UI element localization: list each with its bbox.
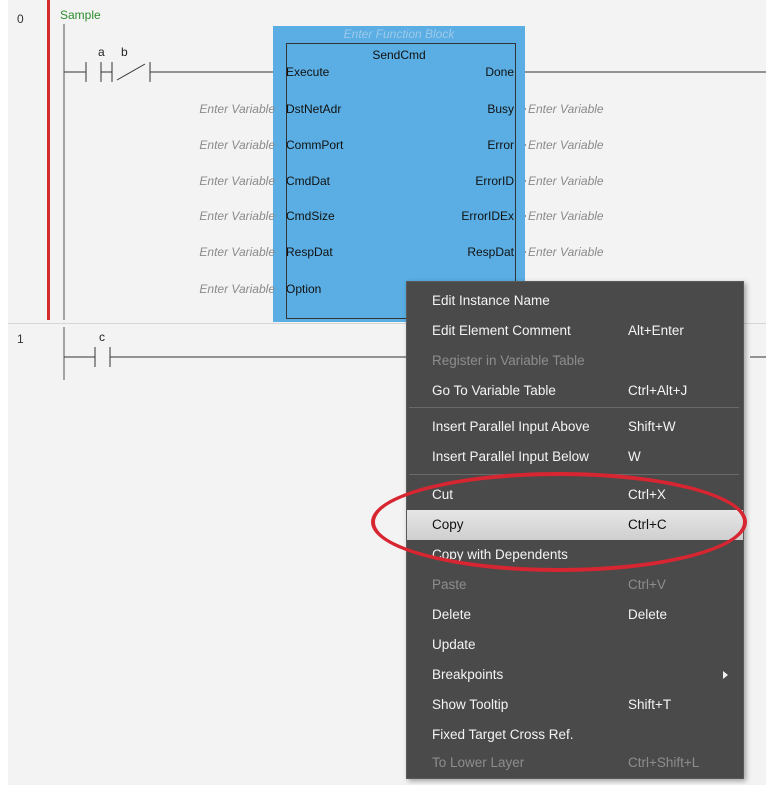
pin-output: Busy bbox=[487, 102, 514, 116]
menu-item-shortcut: W bbox=[628, 449, 641, 464]
pin-input: DstNetAdr bbox=[286, 102, 342, 116]
contact-c[interactable] bbox=[94, 347, 111, 367]
function-block-hint[interactable]: Enter Function Block bbox=[273, 27, 525, 41]
menu-item-delete[interactable]: Delete Delete bbox=[407, 600, 743, 630]
submenu-arrow-icon bbox=[723, 671, 728, 679]
menu-item-label: Edit Instance Name bbox=[432, 293, 550, 308]
menu-item-shortcut: Ctrl+V bbox=[628, 577, 666, 592]
menu-item-label: Paste bbox=[432, 577, 467, 592]
output-variable-field[interactable]: Enter Variable bbox=[528, 174, 604, 188]
menu-item-label: Show Tooltip bbox=[432, 697, 509, 712]
menu-item-copy[interactable]: Copy Ctrl+C bbox=[407, 510, 743, 540]
menu-separator bbox=[409, 474, 739, 475]
pin-input: CmdDat bbox=[286, 174, 331, 188]
contact-c-label: c bbox=[99, 330, 105, 344]
menu-item-register-in-variable-table[interactable]: Register in Variable Table bbox=[407, 346, 743, 376]
menu-item-to-lower-layer[interactable]: To Lower Layer Ctrl+Shift+L bbox=[407, 748, 743, 778]
menu-item-shortcut: Ctrl+Shift+L bbox=[628, 755, 700, 770]
menu-item-shortcut: Shift+T bbox=[628, 697, 672, 712]
menu-item-label: Copy with Dependents bbox=[432, 547, 568, 562]
menu-item-label: Edit Element Comment bbox=[432, 323, 571, 338]
function-block-name[interactable]: SendCmd bbox=[273, 48, 525, 62]
contact-a[interactable] bbox=[85, 62, 102, 82]
pin-input: Option bbox=[286, 282, 322, 296]
menu-item-paste[interactable]: Paste Ctrl+V bbox=[407, 570, 743, 600]
menu-item-update[interactable]: Update bbox=[407, 630, 743, 660]
menu-item-shortcut: Ctrl+C bbox=[628, 517, 667, 532]
contact-a-label: a bbox=[98, 45, 105, 59]
menu-item-fixed-target-cross-ref[interactable]: Fixed Target Cross Ref. bbox=[407, 720, 743, 750]
input-variable-field[interactable]: Enter Variable bbox=[158, 138, 275, 152]
input-variable-field[interactable]: Enter Variable bbox=[158, 209, 275, 223]
menu-item-label: Cut bbox=[432, 487, 454, 502]
output-variable-field[interactable]: Enter Variable bbox=[528, 245, 604, 259]
menu-item-label: Insert Parallel Input Below bbox=[432, 449, 589, 464]
menu-item-label: Breakpoints bbox=[432, 667, 504, 682]
input-variable-field[interactable]: Enter Variable bbox=[158, 102, 275, 116]
menu-item-label: Register in Variable Table bbox=[432, 353, 585, 368]
input-variable-field[interactable]: Enter Variable bbox=[158, 282, 275, 296]
pin-output: RespDat bbox=[467, 245, 514, 259]
menu-item-label: Go To Variable Table bbox=[432, 383, 556, 398]
menu-item-label: Copy bbox=[432, 517, 464, 532]
context-menu: Edit Instance Name Edit Element Comment … bbox=[406, 281, 744, 779]
pin-output: Done bbox=[485, 65, 514, 79]
menu-item-shortcut: Ctrl+X bbox=[628, 487, 666, 502]
menu-item-insert-parallel-input-above[interactable]: Insert Parallel Input Above Shift+W bbox=[407, 412, 743, 442]
menu-item-cut[interactable]: Cut Ctrl+X bbox=[407, 480, 743, 510]
pin-input: CmdSize bbox=[286, 209, 335, 223]
menu-item-label: To Lower Layer bbox=[432, 755, 525, 770]
menu-item-shortcut: Alt+Enter bbox=[628, 323, 684, 338]
pin-output: ErrorID bbox=[475, 174, 514, 188]
menu-item-label: Delete bbox=[432, 607, 472, 622]
menu-separator bbox=[409, 407, 739, 408]
output-variable-field[interactable]: Enter Variable bbox=[528, 138, 604, 152]
menu-item-edit-element-comment[interactable]: Edit Element Comment Alt+Enter bbox=[407, 316, 743, 346]
menu-item-shortcut: Delete bbox=[628, 607, 668, 622]
menu-item-shortcut: Shift+W bbox=[628, 419, 676, 434]
menu-item-show-tooltip[interactable]: Show Tooltip Shift+T bbox=[407, 690, 743, 720]
pin-input: CommPort bbox=[286, 138, 344, 152]
pin-output: ErrorIDEx bbox=[461, 209, 514, 223]
pin-output: Error bbox=[487, 138, 514, 152]
pin-input: RespDat bbox=[286, 245, 333, 259]
contact-b-label: b bbox=[121, 45, 128, 59]
output-variable-field[interactable]: Enter Variable bbox=[528, 209, 604, 223]
menu-item-label: Fixed Target Cross Ref. bbox=[432, 727, 574, 742]
menu-item-edit-instance-name[interactable]: Edit Instance Name bbox=[407, 286, 743, 316]
pin-input: Execute bbox=[286, 65, 330, 79]
menu-item-shortcut: Ctrl+Alt+J bbox=[628, 383, 688, 398]
menu-item-label: Insert Parallel Input Above bbox=[432, 419, 590, 434]
menu-item-insert-parallel-input-below[interactable]: Insert Parallel Input Below W bbox=[407, 442, 743, 472]
menu-item-breakpoints[interactable]: Breakpoints bbox=[407, 660, 743, 690]
output-variable-field[interactable]: Enter Variable bbox=[528, 102, 604, 116]
menu-item-go-to-variable-table[interactable]: Go To Variable Table Ctrl+Alt+J bbox=[407, 376, 743, 406]
contact-b-nc[interactable] bbox=[111, 62, 151, 82]
menu-item-label: Update bbox=[432, 637, 476, 652]
menu-item-copy-with-dependents[interactable]: Copy with Dependents bbox=[407, 540, 743, 570]
input-variable-field[interactable]: Enter Variable bbox=[158, 245, 275, 259]
input-variable-field[interactable]: Enter Variable bbox=[158, 174, 275, 188]
